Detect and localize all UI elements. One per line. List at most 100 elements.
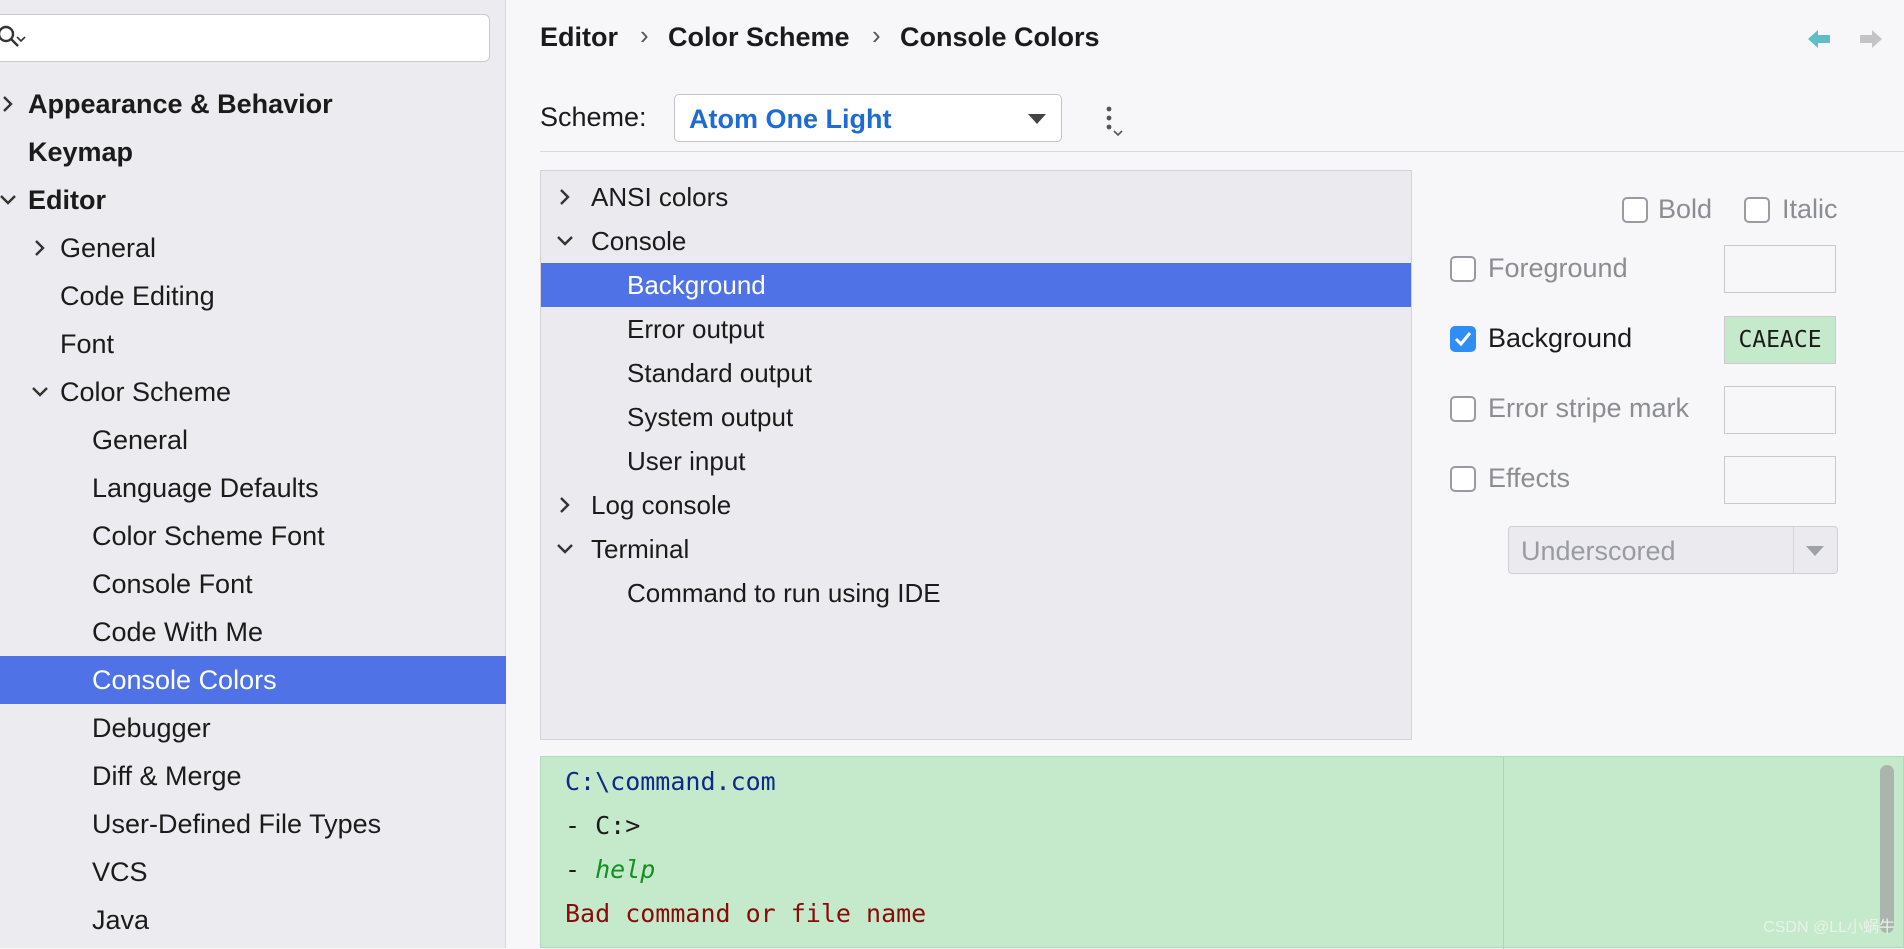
preview-scrollbar[interactable] [1880,765,1894,933]
sidebar-item-console-font[interactable]: Console Font [0,560,506,608]
sidebar-item-label: General [92,424,189,455]
chevron-down-icon[interactable] [555,539,575,559]
chevron-down-icon[interactable] [0,190,18,210]
preview-line-command: C:\command.com [565,767,776,796]
breadcrumb-separator: › [872,20,881,50]
scheme-dropdown[interactable]: Atom One Light [674,94,1062,142]
sidebar-item-code-with-me[interactable]: Code With Me [0,608,506,656]
error-stripe-color-swatch[interactable] [1724,386,1836,434]
tree-item-label: Console [591,225,687,256]
chevron-right-icon[interactable] [0,94,18,114]
scheme-value: Atom One Light [689,104,892,134]
dropdown-divider [1793,527,1794,573]
background-checkbox[interactable] [1450,326,1476,352]
tree-item-console[interactable]: Console [541,219,1411,263]
tree-item-user-input[interactable]: User input [541,439,1411,483]
sidebar-item-label: Debugger [92,712,211,743]
checkmark-icon [1454,332,1472,347]
tree-item-command-to-run-using-ide[interactable]: Command to run using IDE [541,571,1411,615]
tree-item-label: Standard output [627,357,813,388]
more-options-icon[interactable] [1100,104,1126,138]
chevron-right-icon[interactable] [30,238,50,258]
effects-style-value: Underscored [1521,536,1676,566]
chevron-down-icon [1806,546,1824,556]
tree-item-label: Error output [627,313,765,344]
sidebar-item-user-defined-file-types[interactable]: User-Defined File Types [0,800,506,848]
tree-item-error-output[interactable]: Error output [541,307,1411,351]
sidebar-item-general[interactable]: General [0,224,506,272]
watermark: CSDN @LL小蜗牛 [1763,919,1895,936]
foreground-label: Foreground [1488,253,1628,283]
sidebar-item-console-colors[interactable]: Console Colors [0,656,506,704]
effects-color-swatch[interactable] [1724,456,1836,504]
sidebar-item-language-defaults[interactable]: Language Defaults [0,464,506,512]
sidebar-item-label: Console Font [92,568,253,599]
chevron-right-icon[interactable] [555,495,575,515]
sidebar-item-label: Appearance & Behavior [28,88,333,119]
breadcrumb-color-scheme[interactable]: Color Scheme [668,22,850,53]
sidebar-item-label: Java [92,904,150,935]
sidebar-item-font[interactable]: Font [0,320,506,368]
sidebar-item-label: Editor [28,184,106,215]
sidebar-item-editor[interactable]: Editor [0,176,506,224]
tree-item-system-output[interactable]: System output [541,395,1411,439]
error-stripe-label: Error stripe mark [1488,393,1690,423]
sidebar-item-label: General [60,232,157,263]
settings-search-input[interactable] [0,14,490,62]
effects-label: Effects [1488,463,1571,493]
tree-item-label: ANSI colors [591,181,729,212]
tree-item-label: Command to run using IDE [627,577,941,608]
sidebar-item-general[interactable]: General [0,416,506,464]
italic-label: Italic [1782,194,1838,224]
color-elements-tree: ANSI colors Console Background Error output… [540,170,1412,740]
sidebar-item-keymap[interactable]: Keymap [0,128,506,176]
back-arrow-icon[interactable] [1804,24,1834,54]
preview-line-prompt: - C:> [565,811,641,840]
chevron-down-icon[interactable] [555,231,575,251]
tree-item-label: Background [627,269,766,300]
effects-style-dropdown[interactable]: Underscored [1508,526,1838,574]
tree-item-standard-output[interactable]: Standard output [541,351,1411,395]
sidebar-item-color-scheme-font[interactable]: Color Scheme Font [0,512,506,560]
tree-item-label: System output [627,401,794,432]
scheme-label: Scheme: [540,102,647,132]
sidebar-item-java[interactable]: Java [0,896,506,944]
forward-arrow-icon[interactable] [1856,24,1886,54]
preview-line-user-input: - help [565,855,655,884]
sidebar-item-debugger[interactable]: Debugger [0,704,506,752]
sidebar-item-label: Language Defaults [92,472,319,503]
sidebar-item-label: Diff & Merge [92,760,242,791]
background-color-swatch[interactable]: CAEACE [1724,316,1836,364]
tree-item-ansi-colors[interactable]: ANSI colors [541,175,1411,219]
sidebar-item-label: Color Scheme Font [92,520,325,551]
breadcrumb-editor[interactable]: Editor [540,22,618,53]
sidebar-item-vcs[interactable]: VCS [0,848,506,896]
preview-user-input: help [595,855,656,884]
effects-checkbox[interactable] [1450,466,1476,492]
sidebar-item-diff-merge[interactable]: Diff & Merge [0,752,506,800]
error-stripe-checkbox[interactable] [1450,396,1476,422]
tree-item-log-console[interactable]: Log console [541,483,1411,527]
sidebar-item-label: Code Editing [60,280,215,311]
tree-item-background[interactable]: Background [541,263,1411,307]
background-label: Background [1488,323,1633,353]
search-icon [0,25,26,47]
chevron-down-icon[interactable] [30,382,50,402]
tree-item-label: User input [627,445,746,476]
sidebar-item-label: Console Colors [92,664,277,695]
sidebar-item-color-scheme[interactable]: Color Scheme [0,368,506,416]
breadcrumb-separator: › [640,20,649,50]
chevron-right-icon[interactable] [555,187,575,207]
sidebar-item-appearance-behavior[interactable]: Appearance & Behavior [0,80,506,128]
foreground-checkbox[interactable] [1450,256,1476,282]
bold-label: Bold [1658,194,1713,224]
sidebar-item-code-editing[interactable]: Code Editing [0,272,506,320]
sidebar-item-label: VCS [92,856,148,887]
chevron-down-icon [1028,114,1046,124]
breadcrumb-console-colors: Console Colors [900,22,1100,52]
tree-item-terminal[interactable]: Terminal [541,527,1411,571]
foreground-color-swatch[interactable] [1724,245,1836,293]
italic-checkbox[interactable] [1744,197,1770,223]
sidebar-item-label: Color Scheme [60,376,232,407]
bold-checkbox[interactable] [1622,197,1648,223]
